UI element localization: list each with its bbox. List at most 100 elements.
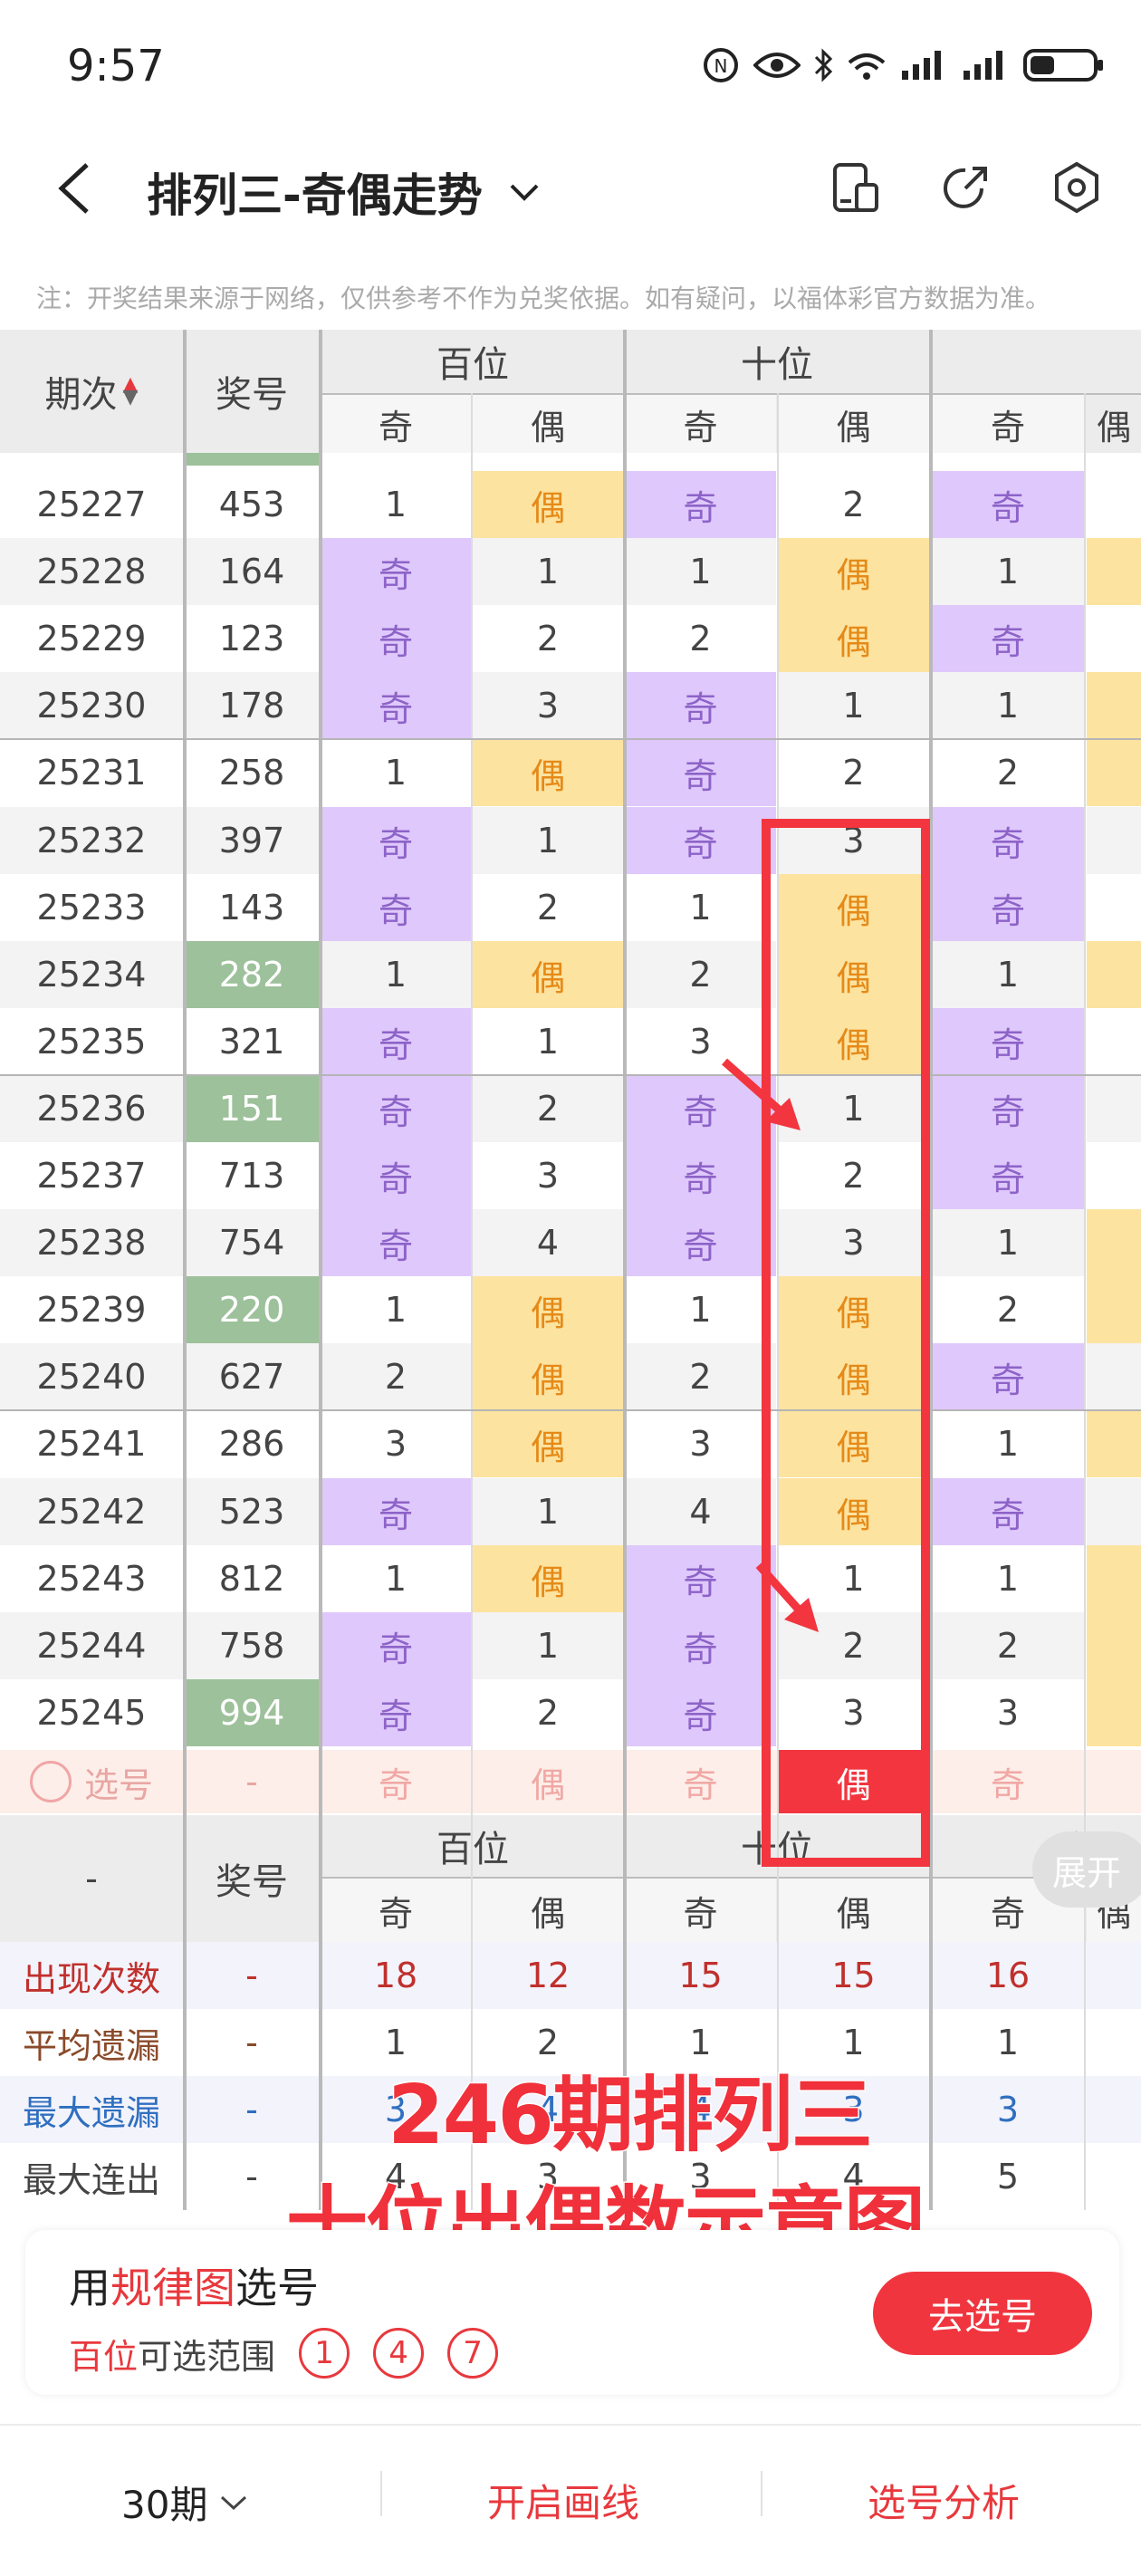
start-draw-button[interactable]: 开启画线 (487, 2473, 639, 2528)
miss-count-cell: 1 (321, 739, 471, 806)
miss-count-cell: 1 (321, 471, 471, 538)
miss-count-cell: 3 (625, 1008, 776, 1075)
miss-count-cell: 2 (931, 1276, 1085, 1343)
odd-header: 奇 (625, 395, 776, 453)
stats-label: 平均遗漏 (22, 2025, 160, 2066)
period-cell: 25241 (0, 1410, 183, 1477)
even-header: 偶 (1087, 395, 1141, 453)
odd-cell: 奇 (931, 1142, 1085, 1209)
even-cell: 偶 (778, 605, 929, 672)
go-select-button[interactable]: 去选号 (873, 2272, 1092, 2355)
even-header: 偶 (778, 395, 929, 453)
miss-count-cell: 1 (931, 538, 1085, 605)
miss-count-cell: 2 (473, 874, 623, 941)
odd-cell: 奇 (321, 538, 471, 605)
column-divider (319, 330, 322, 2210)
select-cell[interactable]: 奇 (625, 1750, 776, 1813)
odd-cell: 奇 (625, 1612, 776, 1679)
card-title: 用规律图选号 (69, 2255, 319, 2315)
radio-circle-icon[interactable] (29, 1761, 72, 1802)
select-row-label[interactable]: 选号 (0, 1750, 183, 1813)
period-label: 30期 (121, 2483, 208, 2527)
stats-sub-header: 奇 (321, 1879, 471, 1942)
miss-count-cell: 1 (931, 1209, 1085, 1276)
select-label: 选号 (83, 1764, 153, 1805)
number-cell: 143 (185, 874, 319, 941)
miss-count-cell: 1 (778, 1545, 929, 1612)
even-cell (1087, 1410, 1141, 1477)
odd-cell: 奇 (931, 1343, 1085, 1410)
number-cell: 758 (185, 1612, 319, 1679)
choice-circle[interactable]: 7 (447, 2328, 499, 2379)
stats-dash: - (245, 1956, 258, 1995)
stats-sub-header: 偶 (778, 1879, 929, 1942)
odd-cell: 奇 (625, 1545, 776, 1612)
number-cell: 812 (185, 1545, 319, 1612)
miss-count-cell: 2 (473, 1075, 623, 1142)
miss-count-cell (1087, 1075, 1141, 1142)
miss-count-cell: 1 (473, 1612, 623, 1679)
group-header: 百位 (436, 344, 509, 386)
select-cell[interactable]: 奇 (931, 1750, 1085, 1813)
even-cell: 偶 (778, 538, 929, 605)
miss-count-cell: 2 (625, 941, 776, 1008)
stats-dash: - (245, 2023, 258, 2062)
number-cell: 286 (185, 1410, 319, 1477)
miss-count-cell: 1 (625, 538, 776, 605)
period-cell: 25229 (0, 605, 183, 672)
even-cell: 偶 (778, 1478, 929, 1545)
period-cell: 25244 (0, 1612, 183, 1679)
odd-cell: 奇 (321, 1209, 471, 1276)
stats-label: 最大遗漏 (22, 2092, 160, 2133)
analysis-button[interactable]: 选号分析 (868, 2473, 1020, 2528)
sub-column-divider (471, 393, 473, 2210)
period-cell: 25243 (0, 1545, 183, 1612)
odd-cell: 奇 (321, 605, 471, 672)
stats-value: 15 (831, 1956, 876, 1995)
period-cell: 25238 (0, 1209, 183, 1276)
period-header[interactable]: 期次 ▲ ▼ (0, 330, 183, 453)
period-cell: 25242 (0, 1478, 183, 1545)
number-cell: 754 (185, 1209, 319, 1276)
odd-cell: 奇 (321, 1142, 471, 1209)
miss-count-cell: 2 (473, 1679, 623, 1746)
column-divider (623, 330, 627, 2210)
miss-count-cell: 1 (473, 807, 623, 874)
expand-button[interactable]: 展开 (1032, 1831, 1141, 1908)
row-group-divider (0, 1074, 1141, 1076)
choice-circle[interactable]: 4 (373, 2328, 425, 2379)
even-cell (1087, 672, 1141, 739)
miss-count-cell: 3 (931, 1679, 1085, 1746)
sub-column-divider (1084, 393, 1086, 2210)
select-cell[interactable]: 偶 (473, 1750, 623, 1813)
number-cell: 220 (185, 1276, 319, 1343)
miss-count-cell: 4 (625, 1478, 776, 1545)
even-cell: 偶 (473, 739, 623, 806)
stats-label: 出现次数 (22, 1958, 160, 1999)
number-cell: 321 (185, 1008, 319, 1075)
stats-value: 18 (373, 1956, 418, 1995)
even-cell (1087, 1545, 1141, 1612)
miss-count-cell: 3 (778, 1209, 929, 1276)
number-cell: 282 (185, 941, 319, 1008)
selection-card: 用规律图选号 百位 可选范围 147 去选号 (25, 2230, 1119, 2395)
select-cell[interactable]: 奇 (321, 1750, 471, 1813)
selected-even-cell[interactable]: 偶 (778, 1750, 929, 1813)
number-cell: 994 (185, 1679, 319, 1746)
even-cell: 偶 (778, 1008, 929, 1075)
period-cell: 25236 (0, 1075, 183, 1142)
miss-count-cell: 1 (321, 941, 471, 1008)
miss-count-cell (1087, 471, 1141, 538)
odd-cell: 奇 (321, 1679, 471, 1746)
period-select[interactable]: 30期 (121, 2475, 249, 2530)
odd-cell: 奇 (321, 1075, 471, 1142)
number-cell: 164 (185, 538, 319, 605)
period-cell: 25240 (0, 1343, 183, 1410)
even-cell (1087, 739, 1141, 806)
miss-count-cell (1087, 1008, 1141, 1075)
odd-cell: 奇 (625, 1679, 776, 1746)
card-title-prefix: 用 (69, 2264, 110, 2312)
miss-count-cell: 3 (321, 1410, 471, 1477)
choice-circle[interactable]: 1 (299, 2328, 350, 2379)
stats-value: 12 (525, 1956, 570, 1995)
